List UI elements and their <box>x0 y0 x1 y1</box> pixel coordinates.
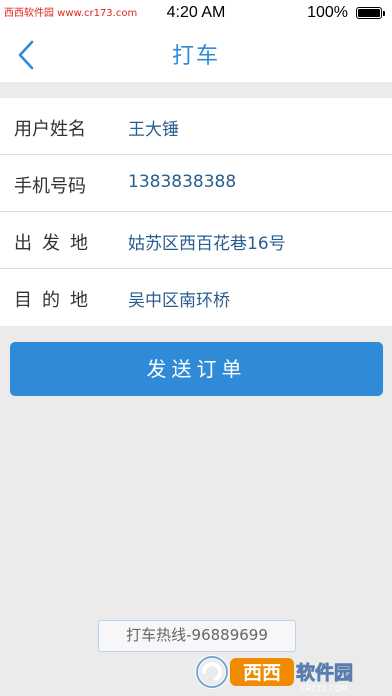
phone-label: 手机号码 <box>14 176 86 197</box>
battery-percent: 100% <box>307 4 348 21</box>
site-logo: 西西 软件园 CR173.COM <box>195 655 353 692</box>
form-row-origin[interactable]: 出发地 姑苏区西百花巷16号 <box>0 212 392 269</box>
hotline-button[interactable]: 打车热线-96889699 <box>98 620 296 652</box>
form-row-username[interactable]: 用户姓名 王大锤 <box>0 98 392 155</box>
destination-field[interactable]: 吴中区南环桥 <box>128 286 230 311</box>
form-row-destination[interactable]: 目的地 吴中区南环桥 <box>0 269 392 326</box>
order-form: 用户姓名 王大锤 手机号码 1383838388 出发地 姑苏区西百花巷16号 … <box>0 98 392 326</box>
svg-text:CR173.COM: CR173.COM <box>300 684 348 692</box>
phone-field[interactable]: 1383838388 <box>128 172 236 192</box>
svg-text:西西: 西西 <box>243 662 281 684</box>
username-label: 用户姓名 <box>14 119 86 140</box>
svg-text:软件园: 软件园 <box>296 661 353 684</box>
origin-label: 出发地 <box>14 233 98 254</box>
destination-label: 目的地 <box>14 290 98 311</box>
send-order-button[interactable]: 发送订单 <box>10 342 383 396</box>
status-bar: 西西软件园 www.cr173.com 4:20 AM 100% <box>0 0 392 28</box>
origin-field[interactable]: 姑苏区西百花巷16号 <box>128 229 286 254</box>
battery-icon <box>356 7 385 19</box>
form-row-phone[interactable]: 手机号码 1383838388 <box>0 155 392 212</box>
battery-fill <box>358 9 380 17</box>
username-field[interactable]: 王大锤 <box>128 115 179 140</box>
page-title: 打车 <box>171 44 220 69</box>
nav-bar: 打车 <box>0 28 392 82</box>
